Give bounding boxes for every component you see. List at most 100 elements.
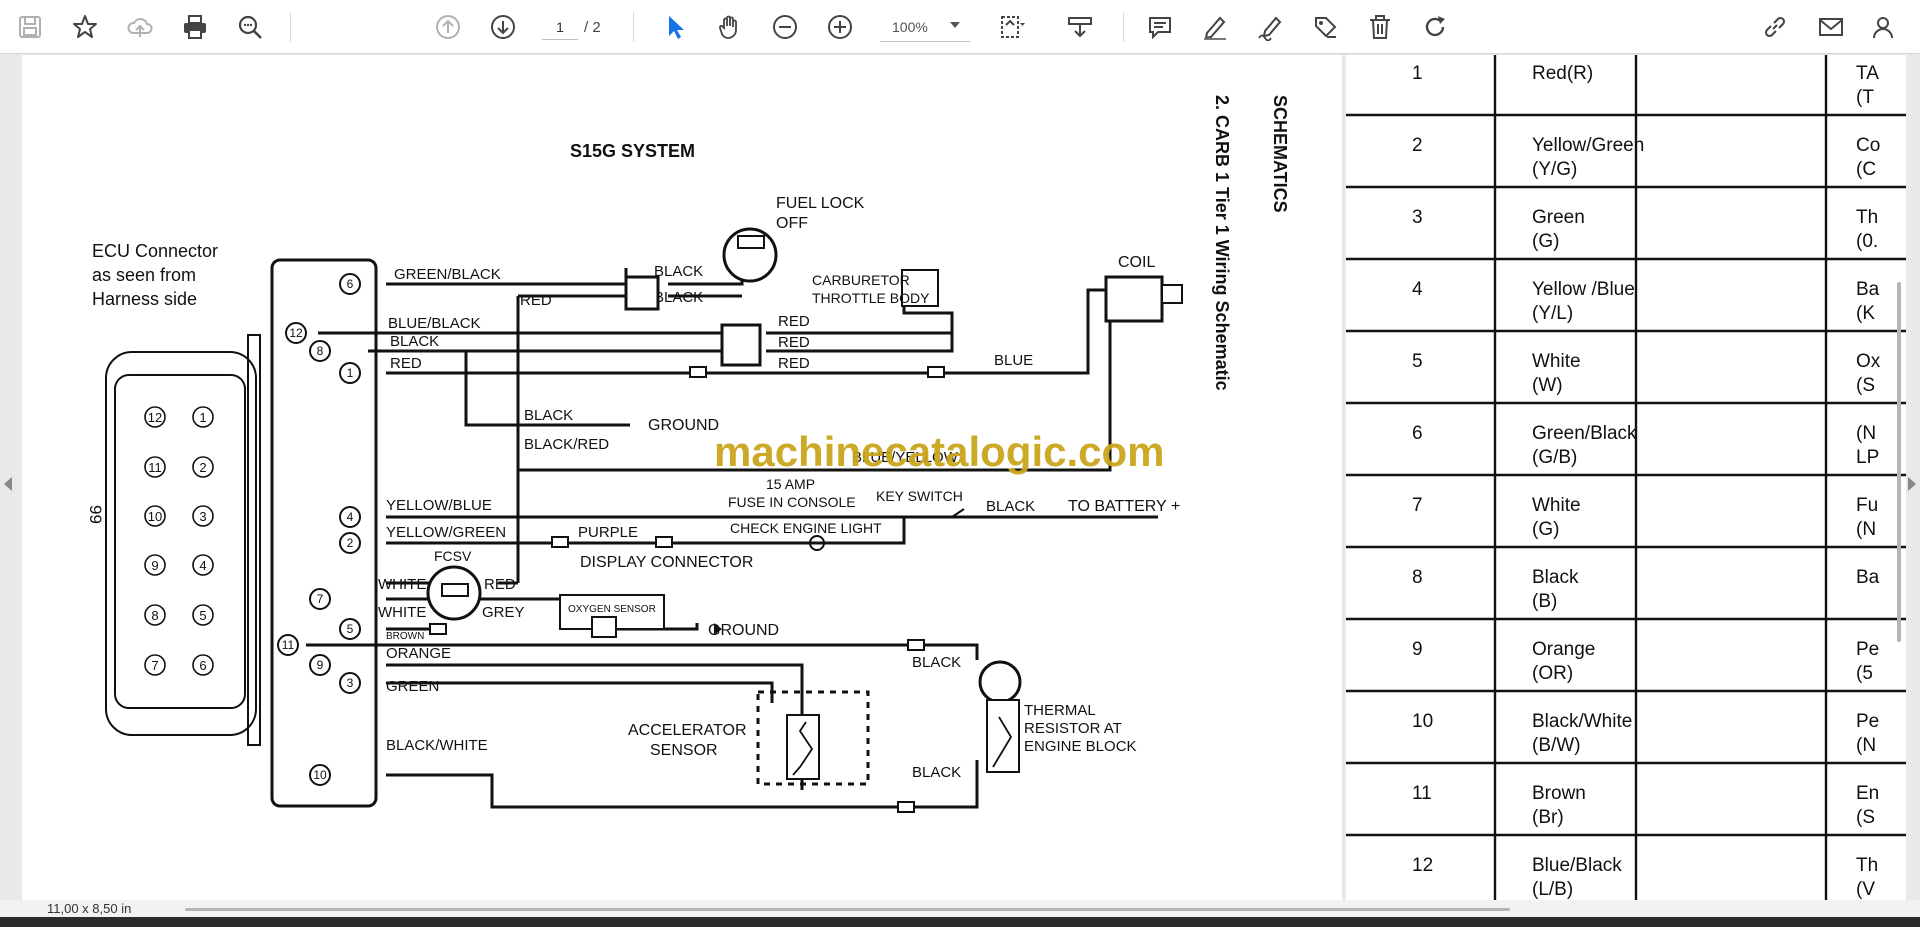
svg-text:9: 9 bbox=[317, 658, 324, 672]
table-cell-pin: 1 bbox=[1412, 63, 1423, 84]
ecu-pin-10: 10 bbox=[309, 764, 331, 786]
ecu-pin-8: 8 bbox=[309, 340, 331, 362]
account-icon[interactable] bbox=[1866, 8, 1904, 46]
horizontal-scrollbar[interactable] bbox=[185, 908, 1510, 911]
svg-text:RED: RED bbox=[390, 355, 422, 372]
table-row: 1 Red(R) TA (T bbox=[1346, 63, 1906, 117]
table-cell-description: (T bbox=[1856, 87, 1874, 108]
stamp-icon[interactable] bbox=[1306, 8, 1344, 46]
throttle-relay bbox=[720, 323, 762, 367]
svg-text:BLACK: BLACK bbox=[654, 289, 703, 306]
fit-page-icon[interactable] bbox=[993, 8, 1031, 46]
table-cell-description: Th bbox=[1856, 855, 1878, 876]
next-page-arrow-icon[interactable] bbox=[1908, 477, 1916, 491]
select-arrow-icon[interactable] bbox=[656, 8, 694, 46]
table-cell-abbr: (OR) bbox=[1532, 663, 1573, 684]
share-link-icon[interactable] bbox=[1756, 8, 1794, 46]
table-cell-color: Orange bbox=[1532, 639, 1595, 660]
save-icon[interactable] bbox=[11, 8, 49, 46]
svg-text:CHECK ENGINE LIGHT: CHECK ENGINE LIGHT bbox=[730, 520, 882, 536]
ecu-pin-9: 9 bbox=[309, 654, 331, 676]
zoom-in-icon[interactable] bbox=[821, 8, 859, 46]
svg-text:10: 10 bbox=[313, 768, 327, 782]
zoom-out-icon[interactable] bbox=[766, 8, 804, 46]
table-cell-description: (S bbox=[1856, 807, 1875, 828]
oxygen-sensor-body bbox=[591, 616, 617, 638]
svg-text:RED: RED bbox=[520, 292, 552, 309]
status-bar: 11,00 x 8,50 in bbox=[0, 900, 1920, 917]
svg-text:THROTTLE BODY: THROTTLE BODY bbox=[812, 290, 930, 306]
table-cell-description: (K bbox=[1856, 303, 1875, 324]
document-viewer[interactable]: 12 11 10 9 8 7 1 2 3 4 5 6 99 S15G SYSTE… bbox=[0, 55, 1920, 907]
connector-pin-1: 1 bbox=[192, 406, 214, 428]
ecu-pin-6: 6 bbox=[339, 273, 361, 295]
ecu-pin-3: 3 bbox=[339, 672, 361, 694]
table-row: 5 White (W) Ox (S bbox=[1346, 351, 1906, 405]
table-cell-description: Co bbox=[1856, 135, 1880, 156]
connector-pins: 12 11 10 9 8 7 1 2 3 4 5 6 bbox=[144, 406, 214, 676]
watermark: machinecatalogic.com bbox=[714, 428, 1165, 475]
svg-text:9: 9 bbox=[151, 558, 158, 573]
svg-text:RED: RED bbox=[778, 313, 810, 330]
scroll-mode-icon[interactable] bbox=[1061, 8, 1099, 46]
upload-cloud-icon[interactable] bbox=[121, 8, 159, 46]
svg-text:3: 3 bbox=[347, 676, 354, 690]
vertical-scrollbar[interactable] bbox=[1897, 282, 1901, 642]
rotate-icon[interactable] bbox=[1416, 8, 1454, 46]
ecu-pin-5: 5 bbox=[339, 618, 361, 640]
component-labels: FUEL LOCK OFF CARBURETOR THROTTLE BODY C… bbox=[434, 195, 1180, 759]
email-icon[interactable] bbox=[1812, 8, 1850, 46]
ecu-label-line3: Harness side bbox=[92, 289, 197, 309]
table-cell-description: Pe bbox=[1856, 639, 1879, 660]
wiring-schematic: 12 11 10 9 8 7 1 2 3 4 5 6 99 S15G SYSTE… bbox=[86, 55, 1344, 900]
svg-text:11: 11 bbox=[282, 638, 295, 652]
table-cell-pin: 8 bbox=[1412, 567, 1423, 588]
svg-text:7: 7 bbox=[317, 592, 324, 606]
highlight-pen-icon[interactable] bbox=[1196, 8, 1234, 46]
svg-text:BLACK: BLACK bbox=[654, 263, 703, 280]
table-row: 3 Green (G) Th (0. bbox=[1346, 207, 1906, 261]
print-icon[interactable] bbox=[176, 8, 214, 46]
table-cell-description: (V bbox=[1856, 879, 1875, 900]
table-cell-description: LP bbox=[1856, 447, 1879, 468]
connector-pin-7: 7 bbox=[144, 654, 166, 676]
page-down-icon[interactable] bbox=[484, 8, 522, 46]
draw-signature-icon[interactable] bbox=[1251, 8, 1289, 46]
svg-text:FUSE IN CONSOLE: FUSE IN CONSOLE bbox=[728, 494, 856, 510]
zoom-select[interactable]: 100% bbox=[880, 14, 970, 42]
connector-pin-8: 8 bbox=[144, 604, 166, 626]
page-number-input[interactable] bbox=[542, 14, 578, 40]
table-row: 7 White (G) Fu (N bbox=[1346, 495, 1906, 549]
delete-icon[interactable] bbox=[1361, 8, 1399, 46]
svg-text:OFF: OFF bbox=[776, 215, 808, 232]
previous-page-arrow-icon[interactable] bbox=[4, 477, 12, 491]
table-cell-color: Yellow /Blue bbox=[1532, 279, 1635, 300]
comment-icon[interactable] bbox=[1141, 8, 1179, 46]
coil-terminal bbox=[1161, 284, 1183, 304]
connector-pin-6: 6 bbox=[192, 654, 214, 676]
connector-pin-11: 11 bbox=[144, 456, 166, 478]
svg-text:TO BATTERY +: TO BATTERY + bbox=[1068, 498, 1180, 515]
side-title: SCHEMATICS bbox=[1270, 95, 1290, 213]
table-row: 9 Orange (OR) Pe (5 bbox=[1346, 639, 1906, 693]
table-cell-description: TA bbox=[1856, 63, 1879, 84]
ecu-pin-12: 12 bbox=[285, 322, 307, 344]
table-cell-description: (N bbox=[1856, 519, 1876, 540]
hand-pan-icon[interactable] bbox=[711, 8, 749, 46]
table-row: 2 Yellow/Green (Y/G) Co (C bbox=[1346, 135, 1906, 189]
table-cell-abbr: (G) bbox=[1532, 519, 1559, 540]
table-cell-color: Brown bbox=[1532, 783, 1586, 804]
star-icon[interactable] bbox=[66, 8, 104, 46]
ecu-pin-1: 1 bbox=[339, 362, 361, 384]
table-cell-description: (N bbox=[1856, 423, 1876, 444]
chevron-down-icon bbox=[950, 22, 960, 28]
svg-text:YELLOW/BLUE: YELLOW/BLUE bbox=[386, 497, 492, 514]
zoom-search-icon[interactable] bbox=[231, 8, 269, 46]
pdf-page-pin-table: 1 Red(R) TA (T 2 Yellow/Green (Y/G) Co (C 3 Green (… bbox=[1346, 55, 1906, 900]
svg-text:GROUND: GROUND bbox=[708, 622, 779, 639]
page-up-icon[interactable] bbox=[429, 8, 467, 46]
ecu-pins: 6 12 8 1 4 2 7 5 11 9 3 10 bbox=[277, 273, 361, 786]
svg-text:3: 3 bbox=[199, 509, 206, 524]
connector-pin-4: 4 bbox=[192, 554, 214, 576]
accelerator-sensor bbox=[786, 714, 820, 780]
